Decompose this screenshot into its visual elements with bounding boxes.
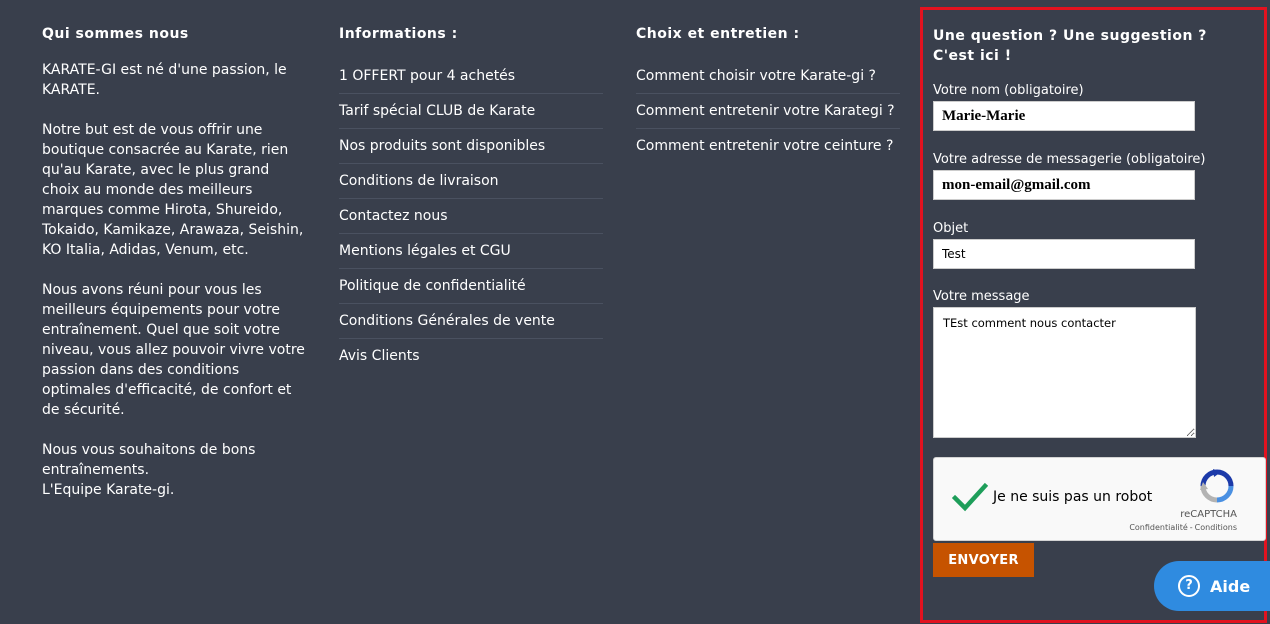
subject-field[interactable] (933, 239, 1195, 269)
choice-link-choose[interactable]: Comment choisir votre Karate-gi ? (636, 59, 900, 94)
about-paragraph: Nous avons réuni pour vous les meilleurs… (42, 282, 305, 418)
email-field[interactable] (933, 170, 1195, 200)
info-link-legal[interactable]: Mentions légales et CGU (339, 234, 603, 269)
about-text: KARATE-GI est né d'une passion, le KARAT… (42, 60, 307, 520)
message-label: Votre message (933, 289, 1030, 304)
info-title: Informations : (339, 26, 458, 42)
recaptcha-separator: - (1189, 523, 1193, 532)
recaptcha-logo-icon (1200, 469, 1234, 503)
info-link-reviews[interactable]: Avis Clients (339, 339, 603, 373)
info-link-products[interactable]: Nos produits sont disponibles (339, 129, 603, 164)
subject-label: Objet (933, 221, 969, 236)
about-paragraph: Nous vous souhaitons de bons entraînemen… (42, 442, 256, 478)
about-title: Qui sommes nous (42, 26, 189, 42)
email-label: Votre adresse de messagerie (obligatoire… (933, 152, 1206, 167)
send-button[interactable]: ENVOYER (933, 543, 1034, 577)
message-field[interactable]: TEst comment nous contacter (933, 307, 1196, 438)
name-label: Votre nom (obligatoire) (933, 83, 1084, 98)
recaptcha-brand: reCAPTCHA (1180, 509, 1237, 520)
name-field[interactable] (933, 101, 1195, 131)
info-links: 1 OFFERT pour 4 achetés Tarif spécial CL… (339, 59, 603, 373)
help-button[interactable]: ? Aide (1154, 561, 1270, 611)
choice-links: Comment choisir votre Karate-gi ? Commen… (636, 59, 900, 163)
about-paragraph: KARATE-GI est né d'une passion, le KARAT… (42, 62, 287, 98)
recaptcha-widget: Je ne suis pas un robot reCAPTCHA Confid… (933, 457, 1266, 541)
info-link-contact[interactable]: Contactez nous (339, 199, 603, 234)
info-link-club[interactable]: Tarif spécial CLUB de Karate (339, 94, 603, 129)
info-link-terms[interactable]: Conditions Générales de vente (339, 304, 603, 339)
choice-title: Choix et entretien : (636, 26, 800, 42)
contact-form: Une question ? Une suggestion ? C'est ic… (920, 7, 1267, 623)
help-label: Aide (1210, 577, 1251, 596)
info-link-delivery[interactable]: Conditions de livraison (339, 164, 603, 199)
recaptcha-terms-link[interactable]: Conditions (1195, 523, 1237, 532)
choice-link-care-belt[interactable]: Comment entretenir votre ceinture ? (636, 129, 900, 163)
question-circle-icon: ? (1178, 575, 1200, 597)
recaptcha-privacy-link[interactable]: Confidentialité (1129, 523, 1187, 532)
info-link-privacy[interactable]: Politique de confidentialité (339, 269, 603, 304)
about-paragraph: Notre but est de vous offrir une boutiqu… (42, 122, 304, 258)
about-signature: L'Equipe Karate-gi. (42, 482, 175, 498)
recaptcha-links: Confidentialité - Conditions (1129, 523, 1237, 532)
contact-title: Une question ? Une suggestion ? C'est ic… (933, 28, 1207, 64)
choice-link-care-karategi[interactable]: Comment entretenir votre Karategi ? (636, 94, 900, 129)
recaptcha-label: Je ne suis pas un robot (993, 489, 1153, 505)
checkmark-icon[interactable] (952, 482, 988, 512)
info-link-offer[interactable]: 1 OFFERT pour 4 achetés (339, 59, 603, 94)
